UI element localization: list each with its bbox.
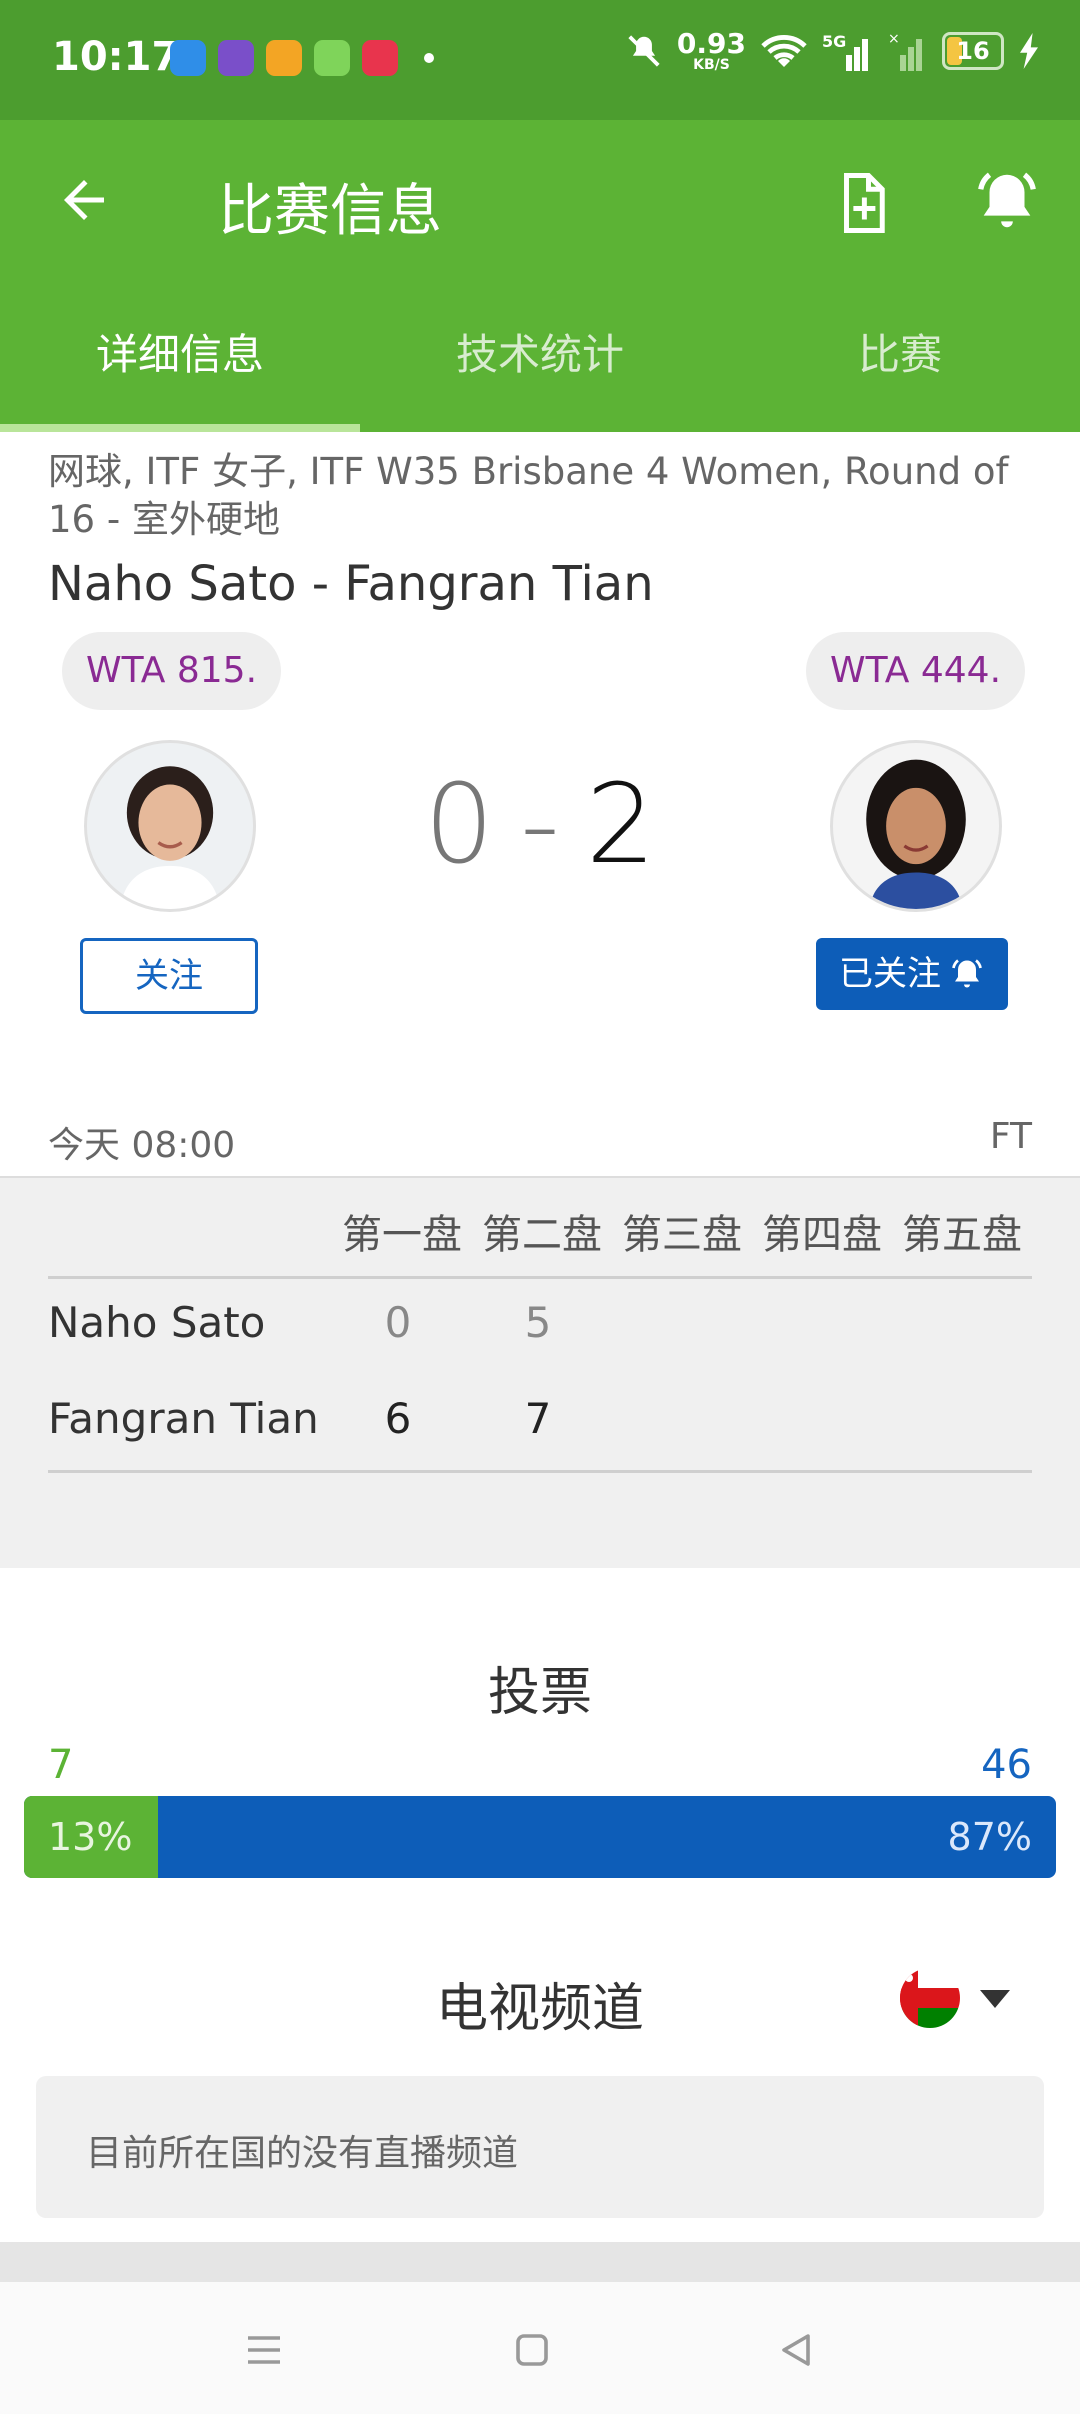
network-speed: 0.93 KB/S	[676, 27, 746, 73]
set-header: 第五盘	[902, 1212, 1022, 1258]
app-notification-icon	[218, 40, 254, 76]
set-score-table: 第一盘 第二盘 第三盘 第四盘 第五盘 Naho Sato 0 5 Fangra…	[0, 1176, 1080, 1568]
league-info: 网球, ITF 女子, ITF W35 Brisbane 4 Women, Ro…	[48, 450, 1009, 541]
home-score: 0	[424, 760, 495, 888]
match-title: Naho Sato - Fangran Tian	[48, 556, 654, 612]
app-bar: 比赛信息	[0, 120, 1080, 280]
tab-statistics[interactable]: 技术统计	[360, 280, 720, 432]
video-app-icon	[362, 40, 398, 76]
set-score-cell: 7	[524, 1394, 552, 1443]
page-title: 比赛信息	[218, 179, 442, 244]
vote-bar[interactable]: 13% 87%	[24, 1796, 1056, 1878]
wifi-icon	[761, 35, 807, 67]
away-score: 2	[585, 760, 656, 888]
home-vote-count: 7	[48, 1742, 74, 1788]
back-arrow-icon[interactable]	[54, 170, 114, 230]
table-row-player: Fangran Tian	[48, 1394, 319, 1443]
set-score-cell: 0	[384, 1298, 412, 1347]
status-app-icons	[170, 40, 434, 76]
set-score-cell: 5	[524, 1298, 552, 1347]
home-vote-percent: 13%	[48, 1815, 133, 1859]
status-bar: 10:17 0.93 KB/S 5G × 16	[0, 0, 1080, 120]
match-score: 0-2	[0, 760, 1080, 888]
signal-icon: 5G	[822, 32, 868, 71]
country-flag-icon[interactable]	[900, 1968, 960, 2028]
back-icon[interactable]	[772, 2326, 820, 2374]
tv-channels-empty-box: 目前所在国的没有直播频道	[36, 2076, 1044, 2218]
status-time: 10:17	[52, 34, 180, 80]
app-notification-icon	[314, 40, 350, 76]
table-divider	[48, 1276, 1032, 1279]
away-player-rank: WTA 444.	[806, 632, 1026, 710]
set-header-row: 第一盘 第二盘 第三盘 第四盘 第五盘	[332, 1202, 1032, 1260]
more-notifications-dot	[424, 53, 434, 63]
set-score-cell: 6	[384, 1394, 412, 1443]
battery-indicator: 16	[942, 32, 1004, 70]
match-start-time: 今天 08:00	[48, 1125, 236, 1166]
system-navigation-bar	[0, 2282, 1080, 2414]
away-vote-percent: 87%	[947, 1815, 1032, 1859]
signal-weak-icon: ×	[888, 31, 922, 71]
status-indicators: 0.93 KB/S 5G × 16	[625, 30, 1040, 72]
away-vote-count: 46	[981, 1742, 1032, 1788]
set-header: 第四盘	[762, 1212, 882, 1258]
tab-details[interactable]: 详细信息	[0, 280, 360, 432]
tab-bar: 详细信息 技术统计 比赛	[0, 280, 1080, 432]
tab-matches[interactable]: 比赛	[720, 280, 1080, 432]
table-row-player: Naho Sato	[48, 1298, 266, 1347]
menu-icon[interactable]	[240, 2326, 288, 2374]
bell-ring-icon	[952, 959, 982, 988]
chevron-down-icon[interactable]	[980, 1990, 1010, 2008]
svg-text:5G: 5G	[822, 32, 846, 51]
weibo-icon	[266, 40, 302, 76]
mute-icon	[628, 35, 660, 67]
svg-text:×: ×	[888, 31, 900, 47]
set-header: 第三盘	[622, 1212, 742, 1258]
add-to-calendar-icon[interactable]	[830, 170, 896, 236]
followed-label: 已关注	[839, 954, 941, 994]
match-status: FT	[989, 1116, 1032, 1157]
home-player-rank: WTA 815.	[62, 632, 282, 710]
tv-empty-message: 目前所在国的没有直播频道	[86, 2133, 519, 2174]
section-divider	[0, 2242, 1080, 2282]
app-notification-icon	[170, 40, 206, 76]
set-header: 第二盘	[482, 1212, 602, 1258]
home-icon[interactable]	[508, 2326, 556, 2374]
table-divider	[48, 1470, 1032, 1473]
followed-away-player-button[interactable]: 已关注	[816, 938, 1008, 1010]
set-header: 第一盘	[342, 1212, 462, 1258]
score-separator: -	[520, 760, 560, 888]
charging-icon	[1020, 33, 1038, 69]
follow-home-player-button[interactable]: 关注	[80, 938, 258, 1014]
vote-section-title: 投票	[487, 1663, 592, 1723]
notification-bell-icon[interactable]	[972, 166, 1042, 236]
